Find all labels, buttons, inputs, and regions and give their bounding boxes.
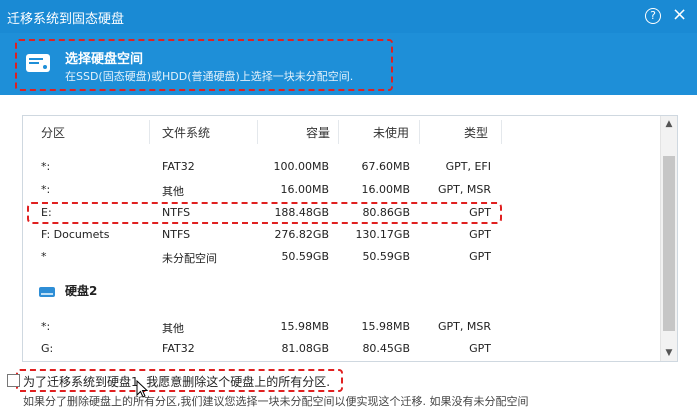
column-divider	[149, 120, 150, 144]
table-row-selected[interactable]: E: NTFS 188.48GB 80.86GB GPT	[23, 202, 659, 224]
capacity-cell: 16.00MB	[280, 183, 329, 196]
type-cell: GPT, EFI	[445, 160, 491, 173]
filesystem-cell: 未分配空间	[162, 252, 217, 265]
filesystem-cell: FAT32	[162, 160, 195, 173]
capacity-cell: 50.59GB	[281, 250, 329, 263]
table-row[interactable]: *: FAT32 100.00MB 67.60MB GPT, EFI	[23, 156, 659, 178]
step-header: 选择硬盘空间 在SSD(固态硬盘)或HDD(普通硬盘)上选择一块未分配空间.	[0, 33, 697, 95]
step-title: 选择硬盘空间	[65, 52, 144, 67]
partition-cell: *:	[41, 183, 51, 196]
filesystem-cell: FAT32	[162, 342, 195, 355]
capacity-cell: 276.82GB	[274, 228, 329, 241]
window-title: 迁移系统到固态硬盘	[7, 12, 125, 27]
type-cell: GPT	[469, 206, 491, 219]
footnote-text: 如果分了删除硬盘上的所有分区,我们建议您选择一块未分配空间以便实现这个迁移. 如…	[23, 395, 529, 408]
filesystem-cell: NTFS	[162, 228, 191, 241]
table-row[interactable]: *: 其他 15.98MB 15.98MB GPT, MSR	[23, 316, 659, 338]
capacity-cell: 188.48GB	[274, 206, 329, 219]
column-divider	[419, 120, 420, 144]
hard-drive-icon	[39, 286, 55, 297]
scroll-thumb[interactable]	[663, 156, 675, 331]
filesystem-cell: NTFS	[162, 206, 191, 219]
column-divider	[338, 120, 339, 144]
unused-cell: 15.98MB	[361, 320, 410, 333]
filesystem-cell: 其他	[162, 322, 184, 335]
unused-cell: 16.00MB	[361, 183, 410, 196]
column-header-type[interactable]: 类型	[464, 124, 488, 141]
capacity-cell: 100.00MB	[273, 160, 329, 173]
type-cell: GPT	[469, 342, 491, 355]
partition-cell: F: Documets	[41, 228, 110, 241]
partition-cell: E:	[41, 206, 52, 219]
disk-group-label: 硬盘2	[65, 284, 98, 298]
close-icon[interactable]: ×	[672, 5, 687, 25]
hard-drive-icon	[26, 54, 50, 72]
capacity-cell: 81.08GB	[281, 342, 329, 355]
column-divider	[257, 120, 258, 144]
unused-cell: 130.17GB	[355, 228, 410, 241]
partition-cell: G:	[41, 342, 54, 355]
type-cell: GPT	[469, 250, 491, 263]
table-row[interactable]: F: Documets NTFS 276.82GB 130.17GB GPT	[23, 224, 659, 246]
capacity-cell: 15.98MB	[280, 320, 329, 333]
consent-label[interactable]: 为了迁移系统到硬盘1, 我愿意删除这个硬盘上的所有分区.	[23, 373, 330, 390]
unused-cell: 80.86GB	[362, 206, 410, 219]
partition-cell: *:	[41, 160, 51, 173]
step-highlight: 选择硬盘空间 在SSD(固态硬盘)或HDD(普通硬盘)上选择一块未分配空间.	[15, 39, 393, 91]
title-bar: 迁移系统到固态硬盘 ? ×	[0, 0, 697, 33]
partition-table: 分区 文件系统 容量 未使用 类型 *: FAT32 100.00MB 67.6…	[22, 115, 678, 362]
vertical-scrollbar[interactable]: ▲ ▼	[660, 116, 677, 361]
column-header-capacity[interactable]: 容量	[306, 124, 330, 141]
scroll-up-icon[interactable]: ▲	[661, 116, 677, 132]
partition-cell: *:	[41, 320, 51, 333]
column-header-unused[interactable]: 未使用	[373, 124, 409, 141]
type-cell: GPT, MSR	[438, 183, 491, 196]
column-header-filesystem[interactable]: 文件系统	[162, 124, 210, 141]
table-row[interactable]: G: FAT32 81.08GB 80.45GB GPT	[23, 338, 659, 360]
table-row[interactable]: * 未分配空间 50.59GB 50.59GB GPT	[23, 246, 659, 268]
type-cell: GPT	[469, 228, 491, 241]
unused-cell: 80.45GB	[362, 342, 410, 355]
column-header-partition[interactable]: 分区	[41, 124, 65, 141]
unused-cell: 50.59GB	[362, 250, 410, 263]
filesystem-cell: 其他	[162, 185, 184, 198]
scroll-down-icon[interactable]: ▼	[661, 345, 677, 361]
unused-cell: 67.60MB	[361, 160, 410, 173]
type-cell: GPT, MSR	[438, 320, 491, 333]
help-icon[interactable]: ?	[645, 8, 661, 24]
table-row[interactable]: *: 其他 16.00MB 16.00MB GPT, MSR	[23, 179, 659, 201]
consent-checkbox[interactable]	[7, 374, 20, 387]
partition-cell: *	[41, 250, 47, 263]
step-subtitle: 在SSD(固态硬盘)或HDD(普通硬盘)上选择一块未分配空间.	[65, 70, 354, 83]
column-divider	[501, 120, 502, 144]
disk-group-header: 硬盘2	[39, 282, 97, 299]
